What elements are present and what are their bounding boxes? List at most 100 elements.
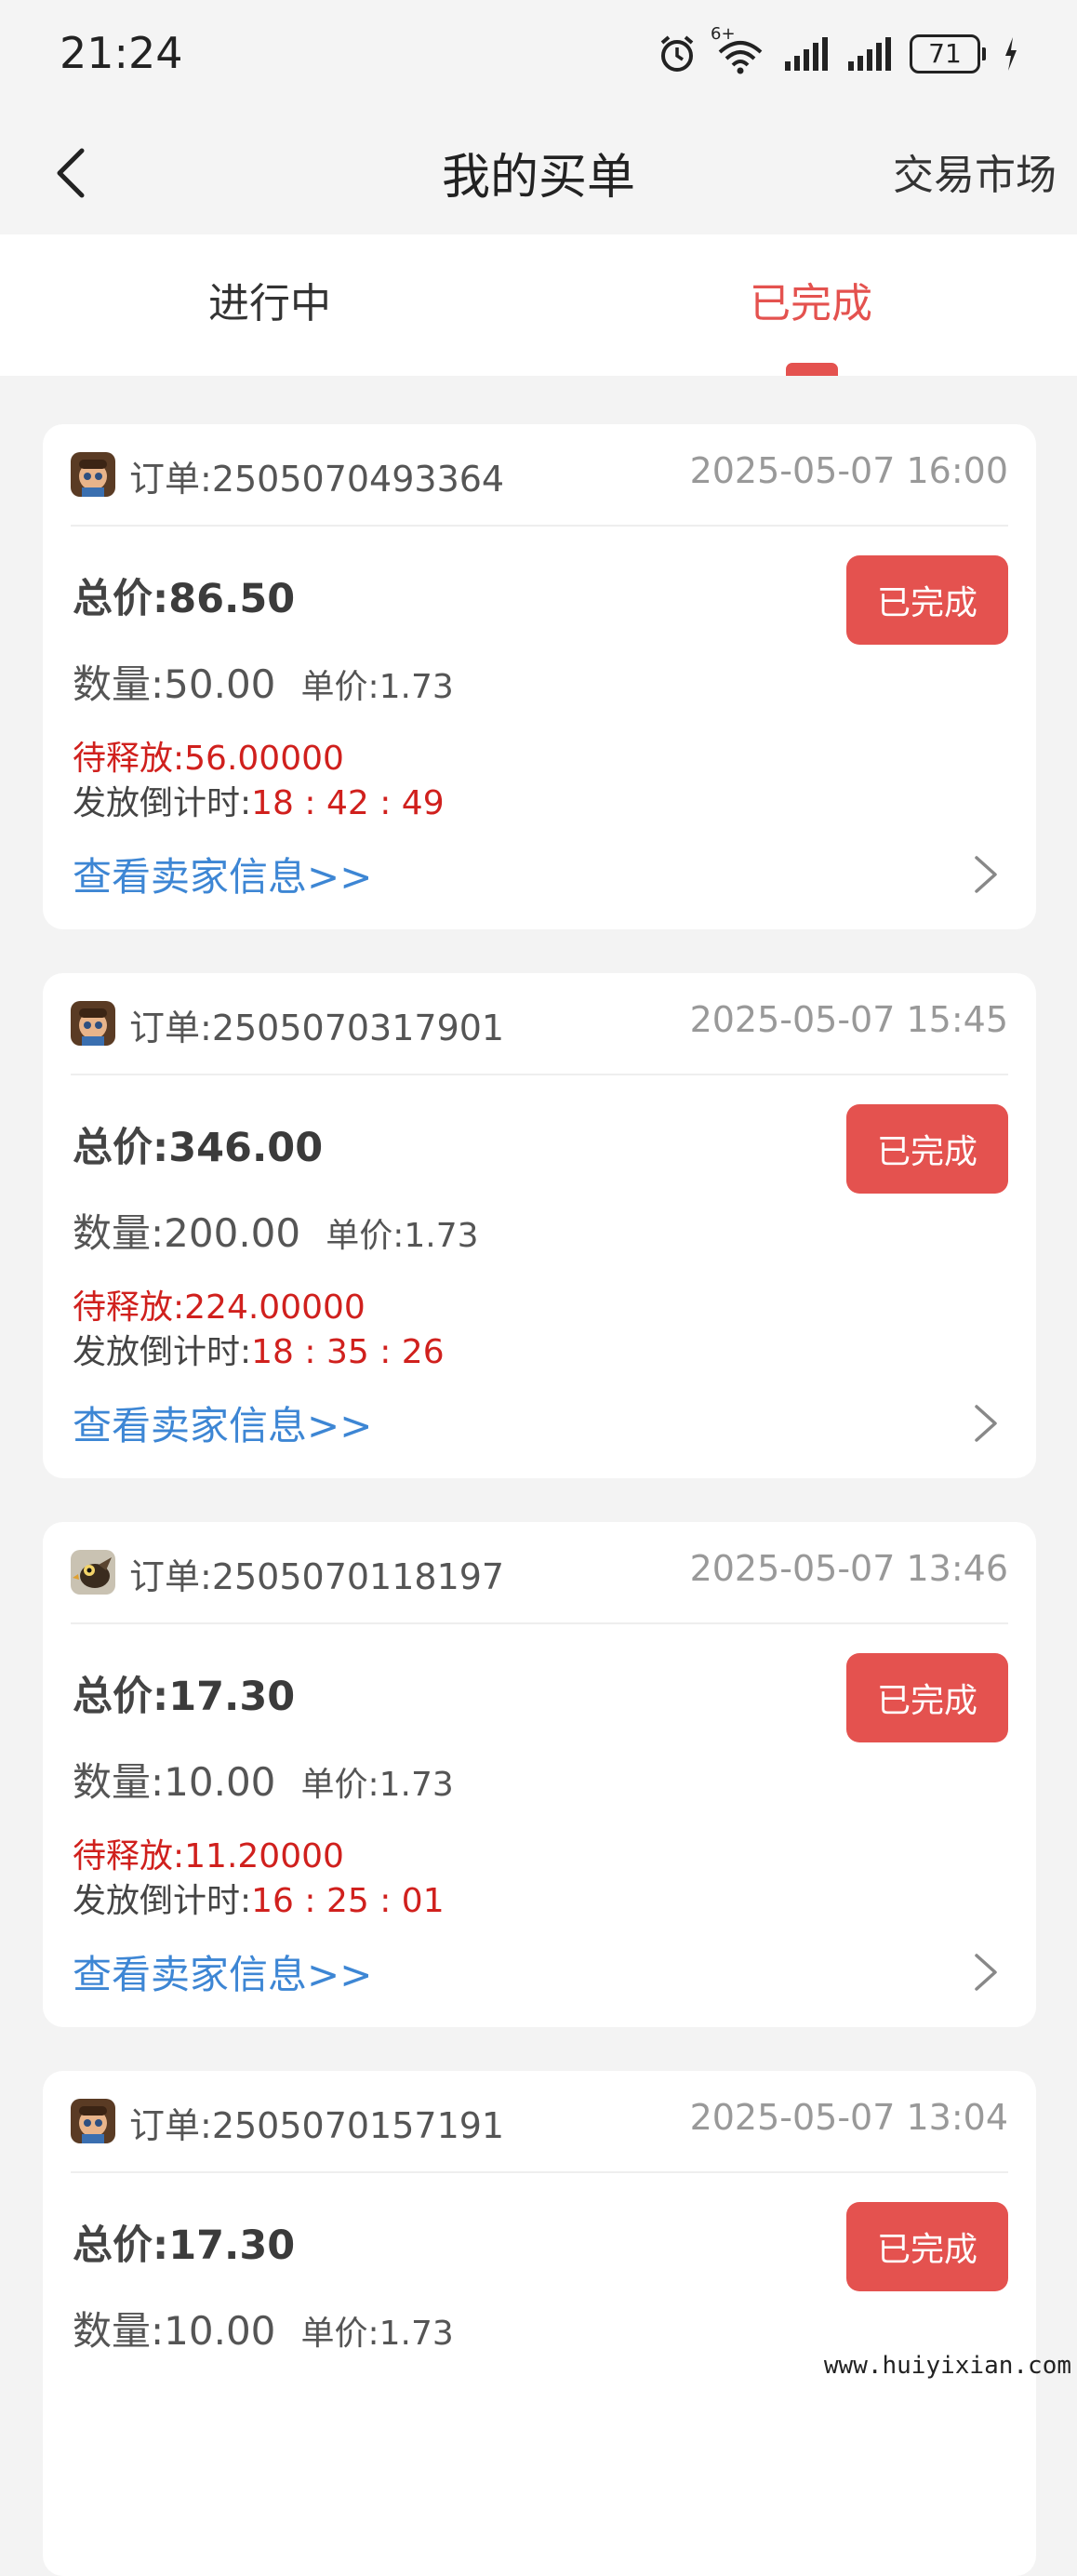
total-price: 总价:86.50 [73,567,295,624]
release-countdown-label: 发放倒计时: [73,1882,252,1920]
pending-release-label: 待释放: [73,1837,185,1875]
card-divider [71,1622,1008,1624]
order-card-header: 订单:2505070493364 2025-05-07 16:00 [43,424,1036,525]
wifi-icon: 6+ [711,24,766,74]
unit-price-label: 单价: [326,1217,405,1255]
order-card[interactable]: 订单:2505070118197 2025-05-07 13:46 总价:17.… [43,1522,1036,2027]
pending-release-label: 待释放: [73,1288,185,1327]
order-time: 2025-05-07 13:46 [689,1548,1008,1589]
order-tabs: 进行中 已完成 [0,234,1077,376]
release-countdown-value: 18 : 42 : 49 [251,784,445,822]
total-price-label: 总价: [73,576,169,622]
signal-icon-1 [783,35,830,73]
pending-release: 待释放:224.00000 [73,1280,366,1328]
order-card[interactable]: 订单:2505070317901 2025-05-07 15:45 总价:346… [43,973,1036,1478]
status-badge: 已完成 [846,1653,1008,1742]
order-id: 订单:2505070493364 [129,450,504,501]
chevron-right-icon[interactable] [969,1950,1003,1995]
unit-price-value: 1.73 [379,1766,454,1804]
quantity-label: 数量: [73,1759,165,1805]
unit-price-label: 单价: [300,2315,379,2353]
character-avatar-icon [71,452,115,497]
quantity-row: 数量:200.00 单价:1.73 [73,1202,479,1259]
charging-icon [1003,35,1019,73]
total-price: 总价:17.30 [73,2213,295,2271]
tab-completed[interactable]: 已完成 [750,270,872,329]
status-time: 21:24 [60,28,183,78]
character-avatar-icon [71,1001,115,1046]
release-countdown: 发放倒计时:16 : 25 : 01 [73,1874,445,1922]
quantity-row: 数量:10.00 单价:1.73 [73,2300,454,2356]
status-icons: 6+ 71 [657,24,1019,80]
order-card-header: 订单:2505070118197 2025-05-07 13:46 [43,1522,1036,1622]
watermark: www.huiyixian.com [823,2352,1071,2380]
card-divider [71,1074,1008,1075]
quantity-label: 数量: [73,2308,165,2354]
total-price: 总价:17.30 [73,1664,295,1722]
release-countdown-label: 发放倒计时: [73,784,252,822]
order-card-header: 订单:2505070157191 2025-05-07 13:04 [43,2071,1036,2171]
total-price: 总价:346.00 [73,1115,323,1173]
nav-bar: 我的买单 交易市场 [0,112,1077,234]
view-seller-info-link[interactable]: 查看卖家信息>> [73,1395,372,1451]
back-button[interactable] [37,140,104,207]
quantity-value: 10.00 [164,2308,276,2354]
pending-release-value: 56.00000 [184,740,344,778]
status-bar: 21:24 6+ 71 [0,0,1077,112]
quantity-row: 数量:10.00 单价:1.73 [73,1751,454,1808]
unit-price-label: 单价: [300,1766,379,1804]
signal-icon-2 [846,35,893,73]
total-price-label: 总价: [73,2222,169,2269]
order-id: 订单:2505070118197 [129,1548,504,1599]
card-divider [71,2171,1008,2173]
order-id-label: 订单: [129,2105,212,2146]
tab-active-indicator [786,363,838,376]
wifi-badge: 6+ [711,24,736,44]
chevron-right-icon[interactable] [969,1401,1003,1446]
order-id-label: 订单: [129,1008,212,1048]
view-seller-info-link[interactable]: 查看卖家信息>> [73,1943,372,2000]
total-price-value: 86.50 [168,576,296,622]
pending-release: 待释放:56.00000 [73,731,344,780]
order-id-value: 2505070493364 [211,459,505,500]
status-badge: 已完成 [846,1104,1008,1194]
pending-release-value: 224.00000 [184,1288,366,1327]
unit-price-value: 1.73 [379,668,454,706]
order-time: 2025-05-07 13:04 [689,2097,1008,2138]
release-countdown-value: 16 : 25 : 01 [251,1882,445,1920]
unit-price-label: 单价: [300,668,379,706]
unit-price-value: 1.73 [404,1217,479,1255]
battery-icon: 71 [910,34,986,73]
status-badge: 已完成 [846,2202,1008,2291]
status-badge: 已完成 [846,555,1008,645]
order-time: 2025-05-07 15:45 [689,999,1008,1040]
total-price-value: 346.00 [168,1125,324,1171]
total-price-label: 总价: [73,1674,169,1720]
alarm-icon [657,33,698,74]
order-id-value: 2505070317901 [211,1008,505,1048]
quantity-value: 10.00 [164,1759,276,1805]
bird-avatar-icon [71,1550,115,1595]
order-card[interactable]: 订单:2505070157191 2025-05-07 13:04 总价:17.… [43,2071,1036,2576]
quantity-row: 数量:50.00 单价:1.73 [73,653,454,710]
order-id-label: 订单: [129,1556,212,1597]
pending-release-value: 11.20000 [184,1837,344,1875]
trade-market-link[interactable]: 交易市场 [893,141,1057,201]
quantity-label: 数量: [73,1210,165,1256]
order-card-header: 订单:2505070317901 2025-05-07 15:45 [43,973,1036,1074]
total-price-value: 17.30 [168,1674,296,1720]
order-card[interactable]: 订单:2505070493364 2025-05-07 16:00 总价:86.… [43,424,1036,929]
character-avatar-icon [71,2099,115,2143]
total-price-value: 17.30 [168,2222,296,2269]
order-time: 2025-05-07 16:00 [689,450,1008,491]
order-id-value: 2505070157191 [211,2105,505,2146]
view-seller-info-link[interactable]: 查看卖家信息>> [73,846,372,902]
chevron-right-icon[interactable] [969,852,1003,897]
release-countdown: 发放倒计时:18 : 42 : 49 [73,776,445,824]
release-countdown: 发放倒计时:18 : 35 : 26 [73,1325,445,1373]
total-price-label: 总价: [73,1125,169,1171]
pending-release-label: 待释放: [73,740,185,778]
tab-ongoing[interactable]: 进行中 [208,270,331,329]
chevron-left-icon [57,148,85,198]
battery-level: 71 [910,34,980,73]
